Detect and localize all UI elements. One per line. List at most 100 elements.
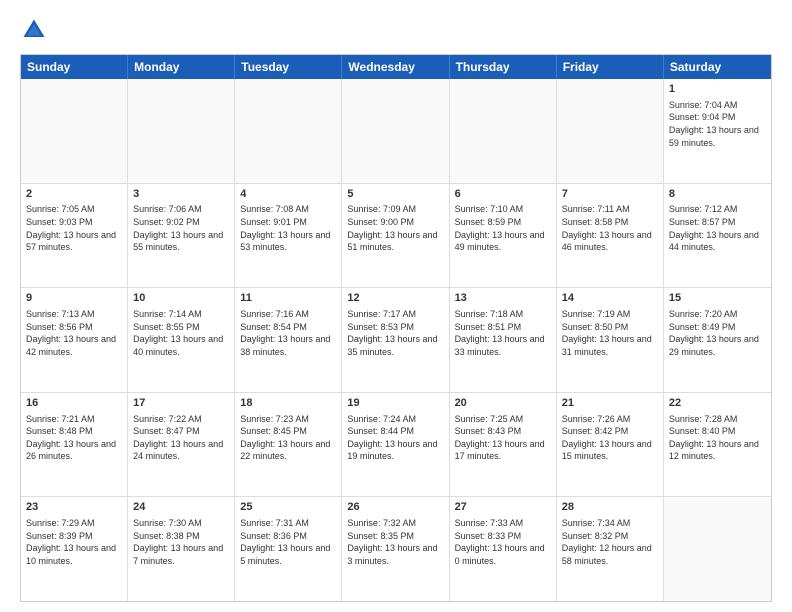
logo: [20, 16, 50, 44]
day-number: 8: [669, 187, 766, 202]
calendar-cell-empty: [557, 79, 664, 183]
calendar-row: 16 Sunrise: 7:21 AM Sunset: 8:48 PM Dayli…: [21, 393, 771, 498]
calendar-cell: 5Sunrise: 7:09 AM Sunset: 9:00 PM Daylig…: [342, 184, 449, 288]
cell-info: Sunrise: 7:09 AM Sunset: 9:00 PM Dayligh…: [347, 203, 443, 253]
calendar-cell: 15 Sunrise: 7:20 AM Sunset: 8:49 PM Dayli…: [664, 288, 771, 392]
calendar-row: 1 Sunrise: 7:04 AM Sunset: 9:04 PM Daylig…: [21, 79, 771, 184]
page: SundayMondayTuesdayWednesdayThursdayFrid…: [0, 0, 792, 612]
calendar-cell-empty: [450, 79, 557, 183]
cell-info: Sunrise: 7:21 AM Sunset: 8:48 PM Dayligh…: [26, 413, 122, 463]
calendar-header-cell: Thursday: [450, 55, 557, 79]
cell-info: Sunrise: 7:04 AM Sunset: 9:04 PM Dayligh…: [669, 99, 766, 149]
calendar-cell: 11 Sunrise: 7:16 AM Sunset: 8:54 PM Dayli…: [235, 288, 342, 392]
cell-info: Sunrise: 7:30 AM Sunset: 8:38 PM Dayligh…: [133, 517, 229, 567]
cell-info: Sunrise: 7:25 AM Sunset: 8:43 PM Dayligh…: [455, 413, 551, 463]
day-number: 3: [133, 187, 229, 202]
cell-info: Sunrise: 7:10 AM Sunset: 8:59 PM Dayligh…: [455, 203, 551, 253]
calendar-row: 23 Sunrise: 7:29 AM Sunset: 8:39 PM Dayli…: [21, 497, 771, 601]
calendar-cell: 14 Sunrise: 7:19 AM Sunset: 8:50 PM Dayli…: [557, 288, 664, 392]
cell-info: Sunrise: 7:26 AM Sunset: 8:42 PM Dayligh…: [562, 413, 658, 463]
day-number: 24: [133, 500, 229, 515]
cell-info: Sunrise: 7:16 AM Sunset: 8:54 PM Dayligh…: [240, 308, 336, 358]
calendar-cell: 17 Sunrise: 7:22 AM Sunset: 8:47 PM Dayli…: [128, 393, 235, 497]
calendar: SundayMondayTuesdayWednesdayThursdayFrid…: [20, 54, 772, 602]
cell-info: Sunrise: 7:12 AM Sunset: 8:57 PM Dayligh…: [669, 203, 766, 253]
day-number: 5: [347, 187, 443, 202]
calendar-cell-empty: [664, 497, 771, 601]
calendar-cell: 1 Sunrise: 7:04 AM Sunset: 9:04 PM Daylig…: [664, 79, 771, 183]
cell-info: Sunrise: 7:29 AM Sunset: 8:39 PM Dayligh…: [26, 517, 122, 567]
calendar-cell: 4Sunrise: 7:08 AM Sunset: 9:01 PM Daylig…: [235, 184, 342, 288]
calendar-row: 2Sunrise: 7:05 AM Sunset: 9:03 PM Daylig…: [21, 184, 771, 289]
day-number: 23: [26, 500, 122, 515]
calendar-cell: 20 Sunrise: 7:25 AM Sunset: 8:43 PM Dayli…: [450, 393, 557, 497]
cell-info: Sunrise: 7:13 AM Sunset: 8:56 PM Dayligh…: [26, 308, 122, 358]
day-number: 9: [26, 291, 122, 306]
cell-info: Sunrise: 7:32 AM Sunset: 8:35 PM Dayligh…: [347, 517, 443, 567]
calendar-cell: 21 Sunrise: 7:26 AM Sunset: 8:42 PM Dayli…: [557, 393, 664, 497]
cell-info: Sunrise: 7:20 AM Sunset: 8:49 PM Dayligh…: [669, 308, 766, 358]
day-number: 11: [240, 291, 336, 306]
day-number: 14: [562, 291, 658, 306]
calendar-cell-empty: [342, 79, 449, 183]
day-number: 2: [26, 187, 122, 202]
day-number: 4: [240, 187, 336, 202]
calendar-cell-empty: [21, 79, 128, 183]
calendar-header-cell: Sunday: [21, 55, 128, 79]
calendar-cell: 23 Sunrise: 7:29 AM Sunset: 8:39 PM Dayli…: [21, 497, 128, 601]
day-number: 17: [133, 396, 229, 411]
cell-info: Sunrise: 7:28 AM Sunset: 8:40 PM Dayligh…: [669, 413, 766, 463]
day-number: 6: [455, 187, 551, 202]
cell-info: Sunrise: 7:34 AM Sunset: 8:32 PM Dayligh…: [562, 517, 658, 567]
cell-info: Sunrise: 7:23 AM Sunset: 8:45 PM Dayligh…: [240, 413, 336, 463]
day-number: 10: [133, 291, 229, 306]
calendar-cell: 6Sunrise: 7:10 AM Sunset: 8:59 PM Daylig…: [450, 184, 557, 288]
day-number: 25: [240, 500, 336, 515]
calendar-cell-empty: [235, 79, 342, 183]
calendar-cell: 22 Sunrise: 7:28 AM Sunset: 8:40 PM Dayli…: [664, 393, 771, 497]
calendar-cell: 18 Sunrise: 7:23 AM Sunset: 8:45 PM Dayli…: [235, 393, 342, 497]
calendar-cell: 2Sunrise: 7:05 AM Sunset: 9:03 PM Daylig…: [21, 184, 128, 288]
calendar-cell: 25Sunrise: 7:31 AM Sunset: 8:36 PM Dayli…: [235, 497, 342, 601]
calendar-cell: 24 Sunrise: 7:30 AM Sunset: 8:38 PM Dayli…: [128, 497, 235, 601]
header: [20, 16, 772, 44]
day-number: 27: [455, 500, 551, 515]
day-number: 26: [347, 500, 443, 515]
cell-info: Sunrise: 7:19 AM Sunset: 8:50 PM Dayligh…: [562, 308, 658, 358]
calendar-cell: 13Sunrise: 7:18 AM Sunset: 8:51 PM Dayli…: [450, 288, 557, 392]
cell-info: Sunrise: 7:08 AM Sunset: 9:01 PM Dayligh…: [240, 203, 336, 253]
cell-info: Sunrise: 7:05 AM Sunset: 9:03 PM Dayligh…: [26, 203, 122, 253]
calendar-cell: 7Sunrise: 7:11 AM Sunset: 8:58 PM Daylig…: [557, 184, 664, 288]
calendar-cell: 3Sunrise: 7:06 AM Sunset: 9:02 PM Daylig…: [128, 184, 235, 288]
day-number: 19: [347, 396, 443, 411]
day-number: 18: [240, 396, 336, 411]
cell-info: Sunrise: 7:18 AM Sunset: 8:51 PM Dayligh…: [455, 308, 551, 358]
calendar-row: 9 Sunrise: 7:13 AM Sunset: 8:56 PM Daylig…: [21, 288, 771, 393]
calendar-cell: 27Sunrise: 7:33 AM Sunset: 8:33 PM Dayli…: [450, 497, 557, 601]
day-number: 22: [669, 396, 766, 411]
day-number: 1: [669, 82, 766, 97]
cell-info: Sunrise: 7:11 AM Sunset: 8:58 PM Dayligh…: [562, 203, 658, 253]
calendar-body: 1 Sunrise: 7:04 AM Sunset: 9:04 PM Daylig…: [21, 79, 771, 601]
cell-info: Sunrise: 7:24 AM Sunset: 8:44 PM Dayligh…: [347, 413, 443, 463]
calendar-header-cell: Saturday: [664, 55, 771, 79]
cell-info: Sunrise: 7:06 AM Sunset: 9:02 PM Dayligh…: [133, 203, 229, 253]
day-number: 28: [562, 500, 658, 515]
logo-icon: [20, 16, 48, 44]
cell-info: Sunrise: 7:22 AM Sunset: 8:47 PM Dayligh…: [133, 413, 229, 463]
calendar-cell: 9 Sunrise: 7:13 AM Sunset: 8:56 PM Daylig…: [21, 288, 128, 392]
day-number: 21: [562, 396, 658, 411]
calendar-cell: 28 Sunrise: 7:34 AM Sunset: 8:32 PM Dayli…: [557, 497, 664, 601]
calendar-cell: 12Sunrise: 7:17 AM Sunset: 8:53 PM Dayli…: [342, 288, 449, 392]
calendar-cell: 10Sunrise: 7:14 AM Sunset: 8:55 PM Dayli…: [128, 288, 235, 392]
calendar-header-cell: Wednesday: [342, 55, 449, 79]
calendar-header-cell: Friday: [557, 55, 664, 79]
day-number: 16: [26, 396, 122, 411]
cell-info: Sunrise: 7:17 AM Sunset: 8:53 PM Dayligh…: [347, 308, 443, 358]
day-number: 20: [455, 396, 551, 411]
calendar-cell: 19 Sunrise: 7:24 AM Sunset: 8:44 PM Dayli…: [342, 393, 449, 497]
day-number: 15: [669, 291, 766, 306]
calendar-header: SundayMondayTuesdayWednesdayThursdayFrid…: [21, 55, 771, 79]
calendar-cell: 16 Sunrise: 7:21 AM Sunset: 8:48 PM Dayli…: [21, 393, 128, 497]
calendar-cell: 8Sunrise: 7:12 AM Sunset: 8:57 PM Daylig…: [664, 184, 771, 288]
